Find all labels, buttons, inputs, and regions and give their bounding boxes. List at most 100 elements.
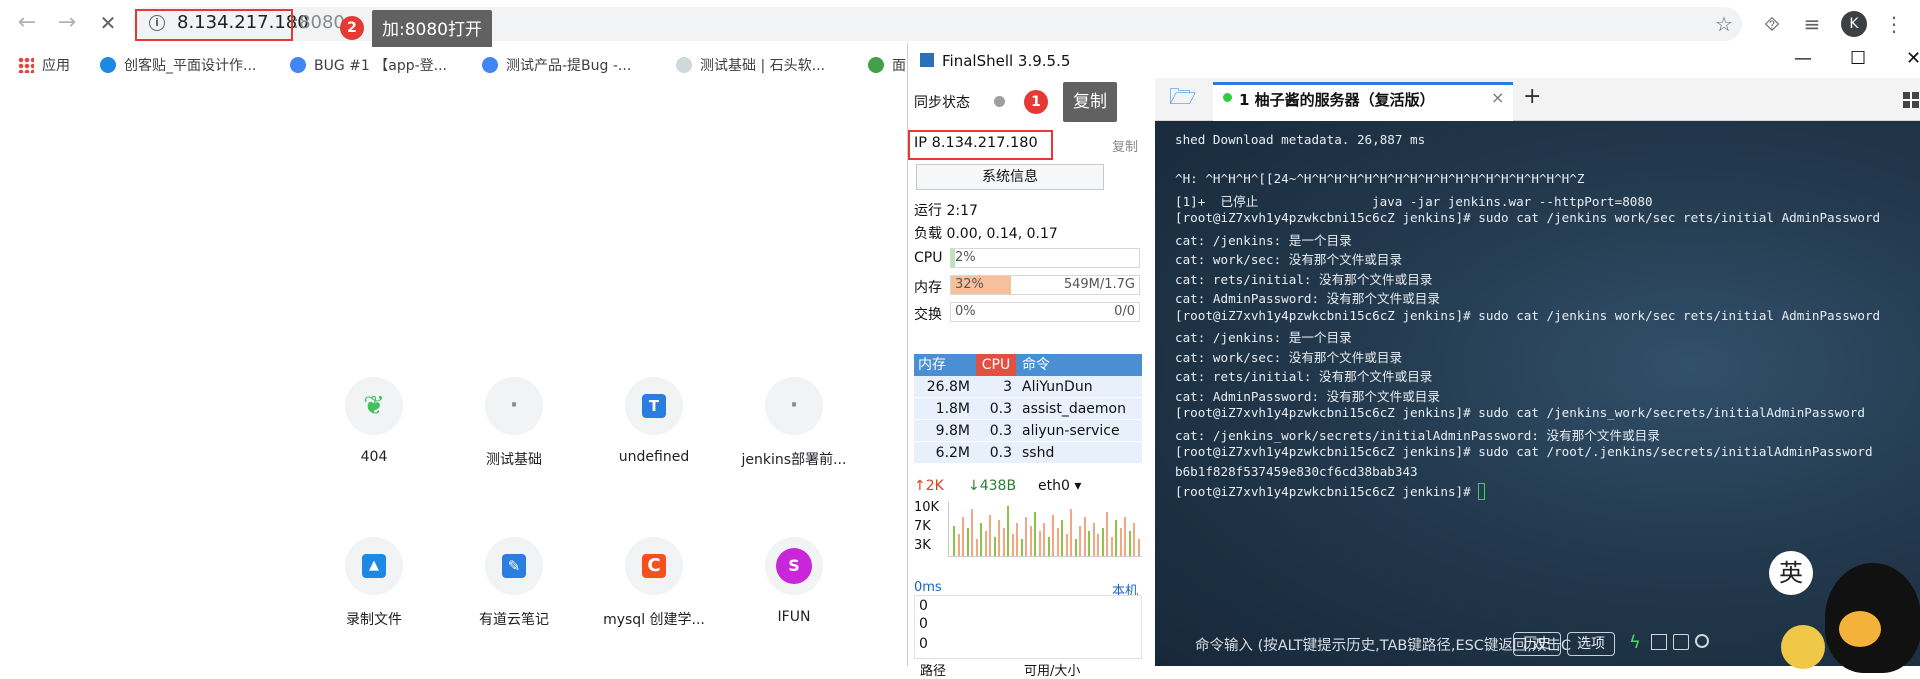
shortcut-404[interactable]: ❦ 404	[309, 377, 439, 465]
process-row[interactable]: 1.8M 0.3 assist_daemon	[914, 398, 1142, 420]
ping-chart: 0 0 0	[914, 595, 1142, 659]
col-avail-header[interactable]: 可用/大小	[1024, 660, 1080, 679]
maximize-icon[interactable]: ☐	[1850, 48, 1866, 69]
net-traffic-bar	[957, 534, 960, 556]
shortcut-undefined[interactable]: T undefined	[589, 377, 719, 465]
net-interface-select[interactable]: eth0 ▾	[1038, 478, 1081, 494]
net-traffic-bar	[984, 531, 987, 556]
col-cmd-header[interactable]: 命令	[1022, 354, 1050, 376]
terminal-line: cat: /jenkins: 是一个目录	[1175, 232, 1352, 248]
forward-icon[interactable]: →	[54, 10, 80, 36]
net-traffic-bar	[1065, 534, 1068, 556]
shortcut-label: 录制文件	[346, 612, 402, 628]
net-traffic-bar	[1119, 528, 1122, 556]
avatar[interactable]: K	[1841, 11, 1867, 37]
screen-icon[interactable]	[1673, 634, 1689, 650]
shortcut-icon-circle: ·	[485, 377, 543, 435]
lightning-icon[interactable]: ϟ	[1629, 632, 1641, 653]
net-traffic-bar	[1097, 534, 1099, 556]
terminal-cursor	[1478, 483, 1486, 500]
copy-ip-button[interactable]: 复制	[1112, 136, 1138, 155]
menu-icon[interactable]: ⋮	[1882, 12, 1906, 36]
shortcut-icon-circle: ·	[765, 377, 823, 435]
net-traffic-bar	[1124, 517, 1126, 556]
shortcut-test-basics[interactable]: · 测试基础	[449, 377, 579, 469]
bookmark-chuangketie[interactable]: 创客贴_平面设计作...	[100, 55, 256, 77]
net-traffic-bar	[1043, 523, 1045, 556]
finalshell-titlebar: FinalShell 3.9.5.5 — ☐ ✕	[908, 43, 1920, 78]
bookmark-label: 测试产品-提Bug -...	[506, 58, 632, 74]
minimize-icon[interactable]: —	[1794, 48, 1812, 69]
process-table-header: 内存 CPU 命令	[914, 354, 1142, 376]
apps-grid-icon	[18, 57, 34, 73]
chuangketie-icon	[100, 57, 116, 73]
net-traffic-bar	[980, 523, 982, 556]
sysinfo-button[interactable]: 系统信息	[916, 164, 1104, 190]
net-traffic-bar	[1061, 520, 1063, 556]
shortcut-label: IFUN	[777, 609, 811, 625]
process-row[interactable]: 9.8M 0.3 aliyun-service	[914, 420, 1142, 442]
stop-loading-icon[interactable]: ✕	[95, 10, 121, 36]
star-icon[interactable]: ☆	[1712, 12, 1736, 36]
terminal-line: b6b1f828f537459e830cf6cd38bab343	[1175, 463, 1418, 479]
net-traffic-bar	[1020, 539, 1023, 556]
process-row[interactable]: 26.8M 3 AliYunDun	[914, 376, 1142, 398]
shortcut-icon-circle: C	[625, 537, 683, 595]
net-traffic-bar	[1052, 515, 1054, 556]
connected-status-dot	[1223, 93, 1232, 102]
terminal-line: shed Download metadata. 26,887 ms	[1175, 132, 1426, 147]
csdn-icon: C	[642, 554, 666, 578]
shortcut-label: 测试基础	[486, 452, 542, 468]
terminal-line: [1]+ 已停止 java -jar jenkins.war --httpPor…	[1175, 193, 1653, 209]
bookmark-apps[interactable]: 应用	[18, 55, 70, 77]
media-queue-icon[interactable]: ≡	[1800, 12, 1824, 36]
add-tab-icon[interactable]: +	[1523, 84, 1541, 109]
shortcut-mysql[interactable]: C mysql 创建学...	[589, 537, 719, 629]
layout-grid-icon[interactable]	[1903, 92, 1919, 108]
process-cmd: AliYunDun	[1022, 379, 1093, 395]
url-port[interactable]: :8080	[293, 12, 345, 33]
net-traffic-bar	[1079, 526, 1081, 556]
terminal-output[interactable]: shed Download metadata. 26,887 ms ^H: ^H^…	[1155, 121, 1920, 673]
monitor-panel: 同步状态 1 复制 IP 8.134.217.180 复制 系统信息 运行 2:…	[908, 78, 1148, 679]
shortcut-label: 有道云笔记	[479, 612, 549, 628]
net-traffic-bar	[993, 537, 996, 556]
terminal-line: [root@iZ7xvh1y4pzwkcbni15c6cZ jenkins]# …	[1175, 405, 1865, 420]
net-traffic-bar	[1128, 531, 1131, 556]
bookmark-label: 创客贴_平面设计作...	[124, 58, 257, 74]
search-icon[interactable]	[1695, 634, 1709, 648]
sync-status-label: 同步状态	[914, 95, 970, 111]
history-button[interactable]: 历史	[1513, 632, 1561, 656]
copy-icon[interactable]	[1651, 634, 1667, 650]
net-traffic-bar	[1074, 539, 1077, 556]
extensions-icon[interactable]: ⯑	[1760, 12, 1784, 36]
shortcut-youdao[interactable]: ✎ 有道云笔记	[449, 537, 579, 629]
folder-icon[interactable]: 🗁	[1169, 86, 1197, 110]
back-icon[interactable]: ←	[14, 10, 40, 36]
bookmark-partial[interactable]: 面	[868, 55, 906, 77]
net-traffic-bar	[971, 509, 973, 556]
bookmark-test-product[interactable]: 测试产品-提Bug -...	[482, 55, 631, 77]
session-tab[interactable]: 1 柚子酱的服务器（复活版） ×	[1213, 82, 1513, 121]
shortcut-label: 404	[360, 449, 388, 465]
col-path-header[interactable]: 路径	[920, 660, 946, 679]
shortcut-label: jenkins部署前...	[741, 452, 847, 468]
ifun-icon: S	[776, 548, 812, 584]
bookmark-bug[interactable]: BUG #1 【app-登...	[290, 55, 447, 77]
tab-close-icon[interactable]: ×	[1491, 88, 1504, 107]
shortcut-jenkins[interactable]: · jenkins部署前...	[729, 377, 859, 469]
col-mem-header[interactable]: 内存	[918, 354, 946, 376]
close-icon[interactable]: ✕	[1906, 48, 1920, 69]
process-cmd: sshd	[1022, 445, 1055, 461]
mascot-badge: 英	[1769, 551, 1813, 595]
net-traffic-bar	[1070, 509, 1072, 556]
net-traffic-bar	[1101, 528, 1104, 556]
shortcut-ifun[interactable]: S IFUN	[729, 537, 859, 625]
terminal-line: cat: rets/initial: 没有那个文件或目录	[1175, 369, 1433, 384]
shortcut-recordings[interactable]: ▲ 录制文件	[309, 537, 439, 629]
bug-site-icon	[290, 57, 306, 73]
process-row[interactable]: 6.2M 0.3 sshd	[914, 442, 1142, 464]
col-cpu-header[interactable]: CPU	[976, 354, 1016, 376]
bookmark-test-basics[interactable]: 测试基础 | 石头软...	[676, 55, 825, 77]
options-button[interactable]: 选项	[1567, 632, 1615, 656]
